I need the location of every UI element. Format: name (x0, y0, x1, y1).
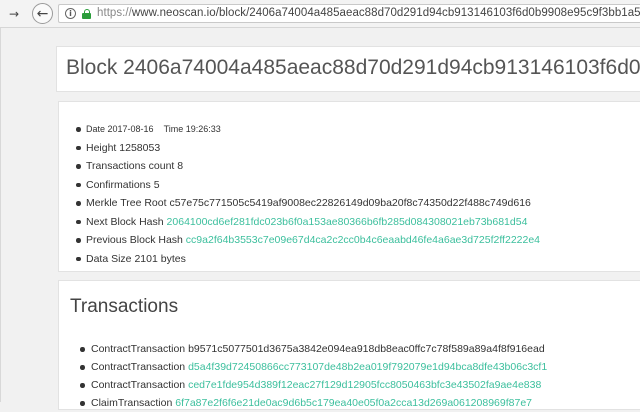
data-size-item: Data Size 2101 bytes (59, 250, 540, 269)
transaction-hash-link[interactable]: ced7e1fde954d389f12eac27f129d12905fcc805… (188, 379, 541, 391)
transaction-type: ClaimTransaction (91, 397, 173, 409)
list-item: ClaimTransaction 6f7a87e2f6f6e21de0ac9d6… (59, 394, 547, 412)
next-block-hash-link[interactable]: 2064100cd6ef281fdc023b6f0a153ae80366b6fb… (167, 216, 528, 228)
back-arrow-icon[interactable]: ← (32, 3, 53, 24)
next-block-label: Next Block Hash (86, 215, 164, 228)
list-item: ContractTransaction ced7e1fde954d389f12e… (59, 376, 547, 394)
confirmations-item: Confirmations 5 (59, 176, 540, 195)
transaction-hash: b9571c5077501d3675a3842e094ea918db8eac0f… (188, 343, 545, 355)
transaction-type: ContractTransaction (91, 343, 186, 355)
forward-arrow-icon[interactable]: → (8, 4, 20, 23)
lock-icon (82, 9, 91, 19)
previous-block-item: Previous Block Hash cc9a2f64b3553c7e09e6… (59, 231, 540, 250)
info-icon[interactable]: i (65, 8, 76, 19)
address-bar[interactable]: i https://www.neoscan.io/block/2406a7400… (58, 4, 640, 23)
url-path: www.neoscan.io/block/2406a74004a485aeac8… (131, 7, 640, 19)
transaction-hash-link[interactable]: d5a4f39d72450866cc773107de48b2ea019f7920… (188, 361, 547, 373)
transaction-type: ContractTransaction (91, 379, 186, 391)
date-value: Date 2017-08-16 (86, 124, 154, 134)
height-label: Height (86, 141, 117, 154)
merkle-value: c57e75c771505c5419af9008ec22826149d09ba2… (169, 197, 531, 209)
previous-block-label: Previous Block Hash (86, 234, 183, 246)
transactions-list: ContractTransaction b9571c5077501d3675a3… (59, 340, 547, 412)
transaction-hash-link[interactable]: 6f7a87e2f6f6e21de0ac9d6b5c179ea40e05f0a2… (175, 397, 532, 409)
confirmations-value: 5 (153, 178, 160, 191)
date-time-item: Date 2017-08-16 Time 19:26:33 (59, 120, 540, 139)
transactions-heading: Transactions (70, 296, 179, 317)
previous-block-hash-link[interactable]: cc9a2f64b3553c7e09e67d4ca2c2cc0b4c6eaabd… (186, 234, 540, 246)
transactions-card: Transactions ContractTransaction b9571c5… (58, 280, 640, 410)
list-item: ContractTransaction b9571c5077501d3675a3… (59, 340, 547, 358)
data-size-value: 2101 bytes (134, 252, 186, 265)
page-title: Block 2406a74004a485aeac88d70d291d94cb91… (66, 56, 640, 79)
merkle-label: Merkle Tree Root (86, 197, 167, 209)
data-size-label: Data Size (86, 252, 132, 265)
next-block-item: Next Block Hash 2064100cd6ef281fdc023b6f… (59, 213, 540, 232)
height-item: Height 1258053 (59, 139, 540, 158)
tx-count-value: 8 (177, 160, 184, 172)
url-text[interactable]: https://www.neoscan.io/block/2406a74004a… (97, 7, 640, 19)
block-title-card: Block 2406a74004a485aeac88d70d291d94cb91… (56, 46, 640, 92)
list-item: ContractTransaction d5a4f39d72450866cc77… (59, 358, 547, 376)
confirmations-label: Confirmations (86, 178, 151, 191)
url-scheme: https:// (97, 7, 132, 19)
page-edge (0, 28, 1, 402)
time-value: Time 19:26:33 (163, 124, 221, 134)
tx-count-label: Transactions count (86, 160, 175, 172)
block-details-card: Date 2017-08-16 Time 19:26:33 Height 1258… (58, 101, 640, 272)
transaction-type: ContractTransaction (91, 361, 186, 373)
merkle-root-item: Merkle Tree Root c57e75c771505c5419af900… (59, 194, 540, 213)
block-details-list: Date 2017-08-16 Time 19:26:33 Height 1258… (59, 120, 540, 268)
browser-toolbar: → ← i https://www.neoscan.io/block/2406a… (0, 0, 640, 28)
height-value: 1258053 (119, 141, 161, 154)
transactions-count-item: Transactions count 8 (59, 157, 540, 176)
